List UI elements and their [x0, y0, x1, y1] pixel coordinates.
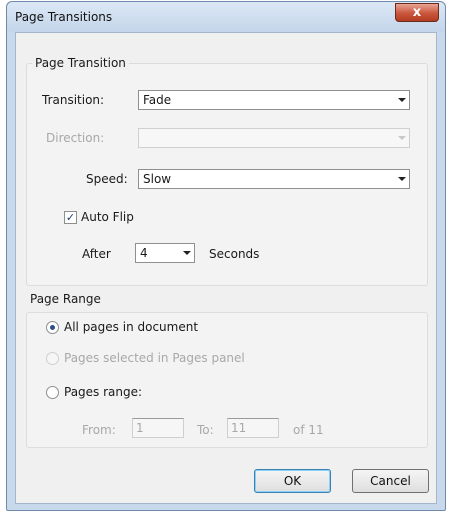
speed-label: Speed:	[86, 172, 128, 186]
after-value: 4	[140, 246, 148, 260]
pages-range-label[interactable]: Pages range:	[64, 385, 142, 399]
of-total-label: of 11	[293, 423, 324, 437]
dialog-body: Page Transition Transition: Fade Directi…	[15, 32, 437, 504]
all-pages-radio[interactable]	[46, 321, 59, 334]
chevron-down-icon	[398, 177, 406, 181]
chevron-down-icon	[398, 98, 406, 102]
cancel-button[interactable]: Cancel	[352, 469, 429, 493]
to-label: To:	[197, 423, 214, 437]
page-transition-group-title: Page Transition	[32, 56, 129, 70]
pages-range-radio[interactable]	[46, 386, 59, 399]
from-value: 1	[136, 421, 144, 435]
speed-value: Slow	[143, 172, 172, 186]
all-pages-label[interactable]: All pages in document	[64, 320, 198, 334]
close-button[interactable]: x	[395, 3, 439, 22]
selected-pages-label[interactable]: Pages selected in Pages panel	[64, 351, 245, 365]
transition-label: Transition:	[42, 93, 105, 107]
radio-selected-dot	[50, 325, 55, 330]
to-input[interactable]: 11	[227, 418, 279, 438]
transition-select[interactable]: Fade	[138, 90, 410, 110]
from-input[interactable]: 1	[132, 418, 184, 438]
after-label: After	[82, 247, 111, 261]
page-transitions-dialog: Page Transitions x Page Transition Trans…	[6, 1, 446, 511]
after-seconds-select[interactable]: 4	[135, 243, 195, 263]
selected-pages-radio[interactable]	[46, 352, 59, 365]
direction-select[interactable]	[138, 128, 410, 148]
checkmark-icon: ✓	[65, 211, 76, 224]
title-bar: Page Transitions x	[7, 2, 445, 32]
page-range-group-title: Page Range	[30, 292, 101, 306]
chevron-down-icon	[183, 251, 191, 255]
transition-value: Fade	[143, 93, 172, 107]
chevron-down-icon	[398, 136, 406, 140]
seconds-label: Seconds	[209, 247, 260, 261]
from-label: From:	[82, 423, 116, 437]
close-icon: x	[412, 5, 422, 20]
auto-flip-label[interactable]: Auto Flip	[81, 210, 134, 224]
speed-select[interactable]: Slow	[138, 169, 410, 189]
direction-label: Direction:	[46, 131, 105, 145]
ok-button[interactable]: OK	[254, 469, 331, 493]
to-value: 11	[231, 421, 247, 435]
auto-flip-checkbox[interactable]: ✓	[64, 211, 77, 224]
dialog-title: Page Transitions	[15, 10, 113, 24]
